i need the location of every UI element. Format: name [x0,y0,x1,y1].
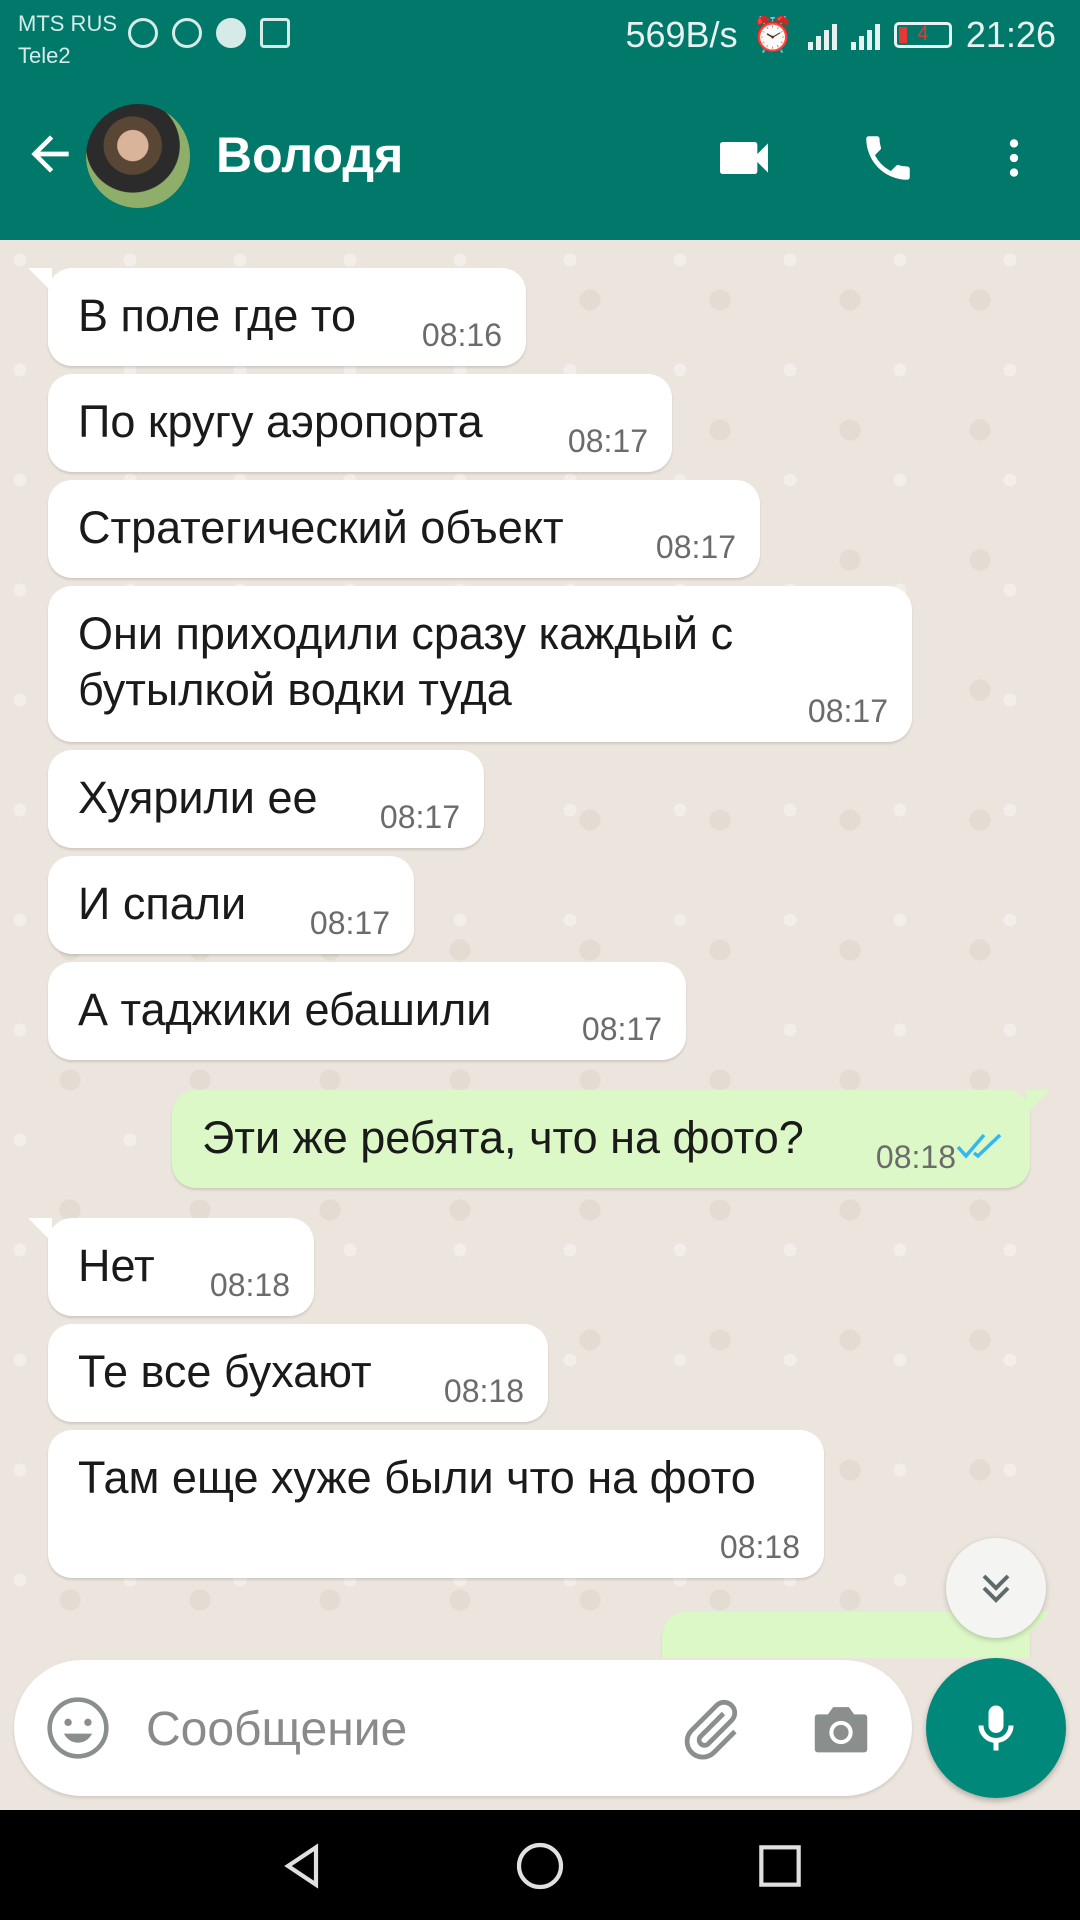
avatar[interactable] [86,104,190,208]
message-time: 08:18 [209,1267,290,1303]
message-bubble[interactable]: А таджики ебашили 08:17 [48,962,686,1060]
message-text: Те все бухают [78,1346,372,1397]
status-right: 569B/s ⏰ 4 21:26 [625,14,1056,56]
status-bar: MTS RUS Tele2 569B/s ⏰ 4 21:26 [0,0,1080,78]
read-receipt-icon [956,1120,1004,1172]
message-bubble[interactable]: По кругу аэропорта 08:17 [48,374,672,472]
notification-app-icon [216,18,246,48]
notification-app-icon [128,18,158,48]
message-text: В поле где то [78,290,357,341]
message-bubble-outgoing[interactable]: Эти же ребята, что на фото? 08:18 [172,1090,1050,1188]
message-bubble[interactable]: Те все бухают 08:18 [48,1324,548,1422]
message-time: 08:17 [581,1011,662,1047]
battery-icon: 4 [893,22,952,48]
message-text-line: Они приходили сразу каждый с [78,608,734,659]
signal-icon [807,20,837,50]
chat-header: Володя [0,78,1080,240]
alarm-icon: ⏰ [751,16,794,54]
system-nav-bar [0,1810,1080,1920]
message-text: Эти же ребята, что на фото? [202,1112,804,1163]
status-time: 21:26 [965,14,1056,55]
message-text: Там еще хуже были что на фото [78,1452,756,1503]
message-text: Они приходили сразу каждый с бутылкой во… [78,606,733,718]
message-time: 08:17 [655,529,736,565]
message-input[interactable] [144,1688,648,1770]
message-text: И спали [78,878,247,929]
video-call-icon[interactable] [704,118,784,198]
message-text-line: бутылкой водки туда [78,664,512,715]
nav-back-icon[interactable] [274,1838,330,1894]
chat-area[interactable]: В поле где то 08:16 По кругу аэропорта 0… [0,240,1080,1658]
message-bubble[interactable]: Хуярили ее 08:17 [48,750,484,848]
bubble-tail [28,1218,52,1242]
notification-icons [128,18,290,48]
message-time: 08:16 [421,317,502,353]
carrier-2: Tele2 [18,43,71,68]
message-text: А таджики ебашили [78,984,492,1035]
emoji-icon[interactable] [44,1694,112,1762]
message-bubble[interactable]: И спали 08:17 [48,856,414,954]
contact-name[interactable]: Володя [216,126,403,184]
message-text: Стратегический объект [78,502,564,553]
notification-app-icon [260,18,290,48]
message-time: 08:17 [309,905,390,941]
message-time: 08:18 [443,1373,524,1409]
voice-message-button[interactable] [926,1658,1066,1798]
signal-4g-icon [850,20,880,50]
message-time: 08:18 [719,1529,800,1565]
nav-home-icon[interactable] [512,1838,568,1894]
message-bubble[interactable]: Там еще хуже были что на фото 08:18 [48,1430,824,1578]
message-time: 08:17 [807,693,888,729]
message-time: 08:17 [567,423,648,459]
battery-level: 4 [917,23,929,45]
attach-icon[interactable] [674,1694,746,1766]
bubble-tail [28,268,52,292]
network-speed: 569B/s [625,14,738,55]
message-time: 08:17 [379,799,460,835]
bubble-tail [1026,1090,1050,1114]
more-vert-icon[interactable] [974,118,1054,198]
scroll-to-bottom-button[interactable] [946,1538,1046,1638]
nav-recents-icon[interactable] [752,1838,808,1894]
message-text: Хуярили ее [78,772,318,823]
message-bubble[interactable]: Нет 08:18 [28,1218,314,1316]
camera-icon[interactable] [806,1694,876,1764]
carrier-1: MTS RUS [18,11,117,36]
message-composer [14,1660,912,1796]
message-text: По кругу аэропорта [78,396,483,447]
phone-icon[interactable] [848,118,928,198]
message-time: 08:18 [875,1139,956,1175]
microphone-icon [978,1705,1014,1751]
message-text: Нет [78,1240,155,1291]
message-bubble[interactable]: В поле где то 08:16 [28,268,526,366]
message-bubble[interactable]: Стратегический объект 08:17 [48,480,760,578]
carrier-info: MTS RUS Tele2 [18,8,117,72]
message-bubble[interactable]: Они приходили сразу каждый с бутылкой во… [48,586,912,742]
back-arrow-icon[interactable] [22,126,78,182]
double-chevron-down-icon [982,1574,1010,1603]
notification-app-icon [172,18,202,48]
